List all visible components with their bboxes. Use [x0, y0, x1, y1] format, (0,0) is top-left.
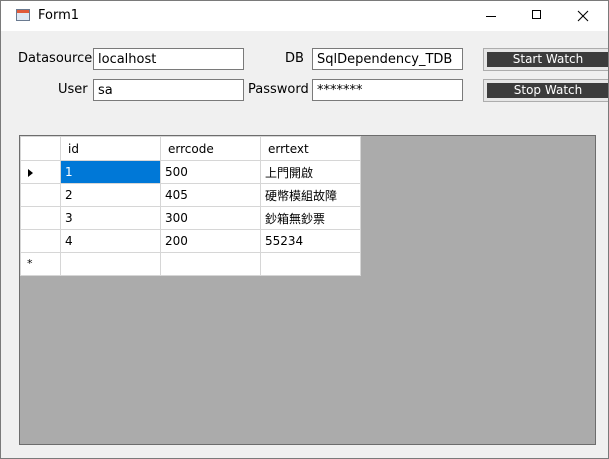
table-cell-id[interactable]: 3: [60, 206, 161, 230]
grid-corner-header[interactable]: [20, 136, 61, 161]
table-cell-errcode[interactable]: 405: [160, 183, 261, 207]
table-cell-id[interactable]: 1: [60, 160, 161, 184]
table-row[interactable]: 2 405 硬幣模組故障: [20, 183, 361, 207]
minimize-button[interactable]: [468, 1, 514, 31]
table-cell-errcode[interactable]: 500: [160, 160, 261, 184]
stop-watch-label: Stop Watch: [487, 83, 608, 98]
password-input[interactable]: [312, 79, 463, 101]
column-header-errcode[interactable]: errcode: [160, 136, 261, 161]
table-cell-errtext[interactable]: 鈔箱無鈔票: [260, 206, 361, 230]
app-window-icon: [16, 9, 30, 21]
new-row-cell-errtext[interactable]: [260, 252, 361, 276]
table-row[interactable]: 1 500 上門開啟: [20, 160, 361, 184]
row-pointer-icon: [28, 169, 33, 177]
close-icon: [577, 10, 589, 22]
datasource-label: Datasource: [18, 51, 93, 66]
table-cell-errcode[interactable]: 300: [160, 206, 261, 230]
close-button[interactable]: [560, 1, 606, 31]
new-row[interactable]: *: [20, 252, 361, 276]
user-label: User: [58, 82, 88, 97]
table-cell-errtext[interactable]: 55234: [260, 229, 361, 253]
column-header-errtext[interactable]: errtext: [260, 136, 361, 161]
form1-window: Form1 Datasource DB Start Watch User Pas…: [0, 0, 609, 459]
table-cell-id[interactable]: 2: [60, 183, 161, 207]
db-label: DB: [285, 51, 304, 66]
user-input[interactable]: [93, 79, 244, 101]
new-row-icon: *: [27, 257, 33, 270]
row-header[interactable]: [20, 229, 61, 253]
maximize-button[interactable]: [514, 1, 560, 31]
window-title: Form1: [38, 8, 80, 23]
data-grid-view[interactable]: id errcode errtext 1 500 上門開啟 2 405 硬幣模組…: [19, 135, 596, 445]
title-bar[interactable]: Form1: [1, 1, 608, 31]
table-cell-errtext[interactable]: 上門開啟: [260, 160, 361, 184]
table-row[interactable]: 4 200 55234: [20, 229, 361, 253]
table-cell-id[interactable]: 4: [60, 229, 161, 253]
datasource-input[interactable]: [93, 48, 244, 70]
grid-header-row: id errcode errtext: [20, 136, 361, 161]
new-row-cell-id[interactable]: [60, 252, 161, 276]
stop-watch-button[interactable]: Stop Watch: [483, 79, 608, 102]
row-header[interactable]: [20, 206, 61, 230]
new-row-cell-errcode[interactable]: [160, 252, 261, 276]
data-grid[interactable]: id errcode errtext 1 500 上門開啟 2 405 硬幣模組…: [20, 136, 361, 276]
table-cell-errtext[interactable]: 硬幣模組故障: [260, 183, 361, 207]
row-header[interactable]: *: [20, 252, 61, 276]
start-watch-button[interactable]: Start Watch: [483, 48, 608, 71]
db-input[interactable]: [312, 48, 463, 70]
column-header-id[interactable]: id: [60, 136, 161, 161]
start-watch-label: Start Watch: [487, 52, 608, 67]
table-cell-errcode[interactable]: 200: [160, 229, 261, 253]
row-header[interactable]: [20, 160, 61, 184]
password-label: Password: [248, 82, 309, 97]
row-header[interactable]: [20, 183, 61, 207]
table-row[interactable]: 3 300 鈔箱無鈔票: [20, 206, 361, 230]
